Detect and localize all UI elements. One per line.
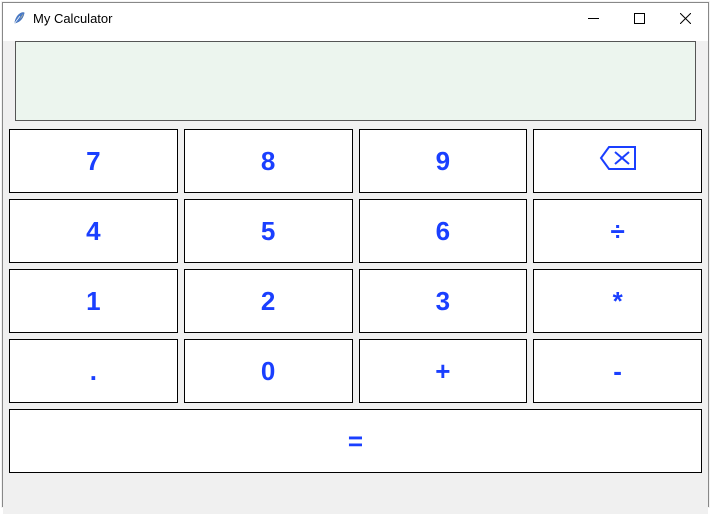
key-row: =: [9, 409, 702, 473]
key-plus[interactable]: +: [359, 339, 528, 403]
app-window: My Calculator 7 8 9: [2, 2, 709, 507]
close-button[interactable]: [662, 3, 708, 33]
key-row: 4 5 6 ÷: [9, 199, 702, 263]
key-2[interactable]: 2: [184, 269, 353, 333]
key-equals[interactable]: =: [9, 409, 702, 473]
keypad: 7 8 9 4 5 6 ÷: [3, 129, 708, 473]
backspace-icon: [599, 145, 637, 178]
maximize-button[interactable]: [616, 3, 662, 33]
key-row: 7 8 9: [9, 129, 702, 193]
key-4[interactable]: 4: [9, 199, 178, 263]
key-8[interactable]: 8: [184, 129, 353, 193]
key-divide[interactable]: ÷: [533, 199, 702, 263]
window-controls: [570, 3, 708, 33]
key-5[interactable]: 5: [184, 199, 353, 263]
key-minus[interactable]: -: [533, 339, 702, 403]
key-decimal[interactable]: .: [9, 339, 178, 403]
key-9[interactable]: 9: [359, 129, 528, 193]
key-multiply[interactable]: *: [533, 269, 702, 333]
key-6[interactable]: 6: [359, 199, 528, 263]
key-7[interactable]: 7: [9, 129, 178, 193]
window-title: My Calculator: [33, 11, 570, 26]
key-row: . 0 + -: [9, 339, 702, 403]
key-row: 1 2 3 *: [9, 269, 702, 333]
key-0[interactable]: 0: [184, 339, 353, 403]
calculator-display[interactable]: [15, 41, 696, 121]
key-3[interactable]: 3: [359, 269, 528, 333]
minimize-button[interactable]: [570, 3, 616, 33]
key-backspace[interactable]: [533, 129, 702, 193]
content-area: 7 8 9 4 5 6 ÷: [3, 41, 708, 514]
app-feather-icon: [11, 10, 27, 26]
key-1[interactable]: 1: [9, 269, 178, 333]
titlebar: My Calculator: [3, 3, 708, 33]
